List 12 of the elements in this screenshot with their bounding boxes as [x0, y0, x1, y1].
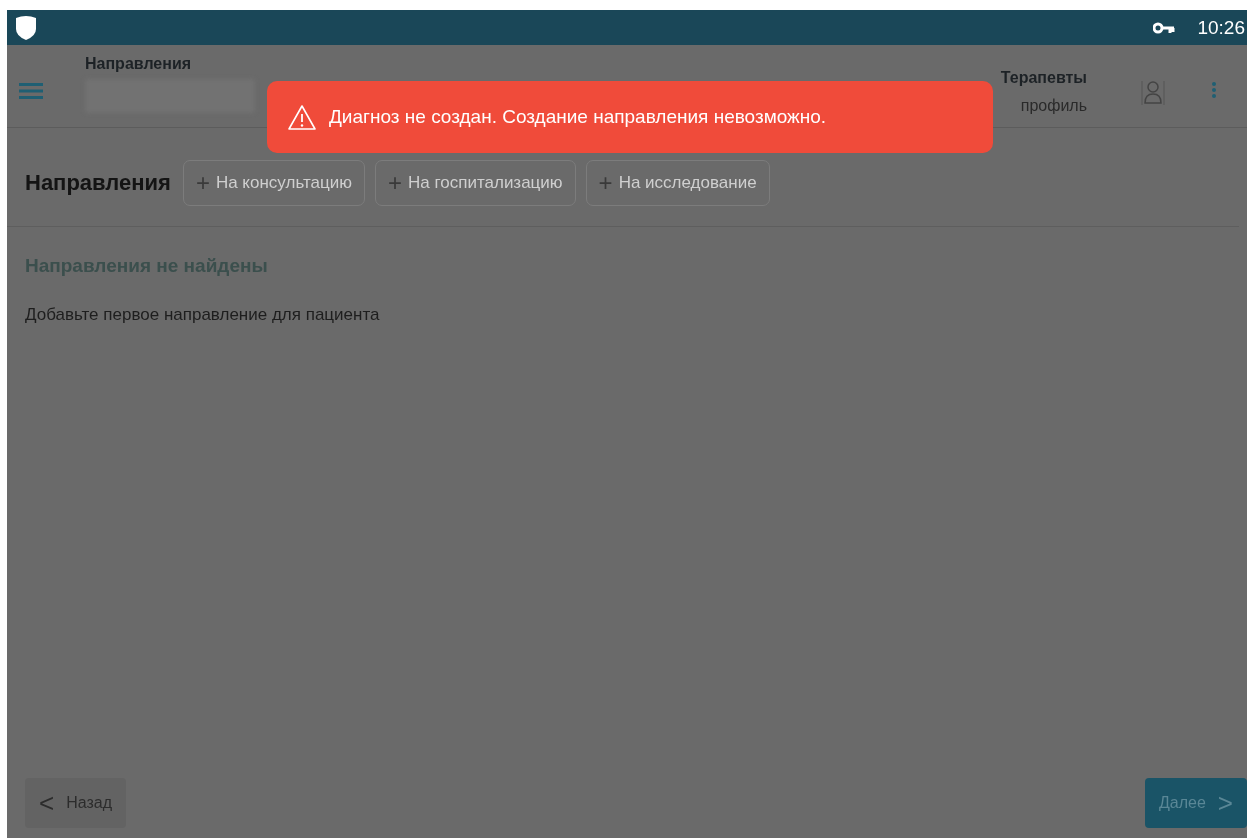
section-title: Направления [25, 170, 171, 196]
header-title: Направления [85, 55, 193, 73]
change-profile-link[interactable]: профиль [1020, 97, 1087, 115]
shield-icon [15, 14, 37, 41]
role-name: Терапевты [1000, 69, 1087, 87]
menu-icon[interactable] [19, 83, 43, 99]
warning-icon [287, 103, 317, 131]
key-icon [1153, 21, 1176, 34]
error-message: Диагноз не создан. Создание направления невозможно. [329, 106, 827, 128]
more-icon[interactable] [1211, 81, 1217, 99]
empty-state-text: Добавьте первое направление для пациента [25, 305, 381, 325]
clock-time: 10:26 [1197, 16, 1245, 39]
